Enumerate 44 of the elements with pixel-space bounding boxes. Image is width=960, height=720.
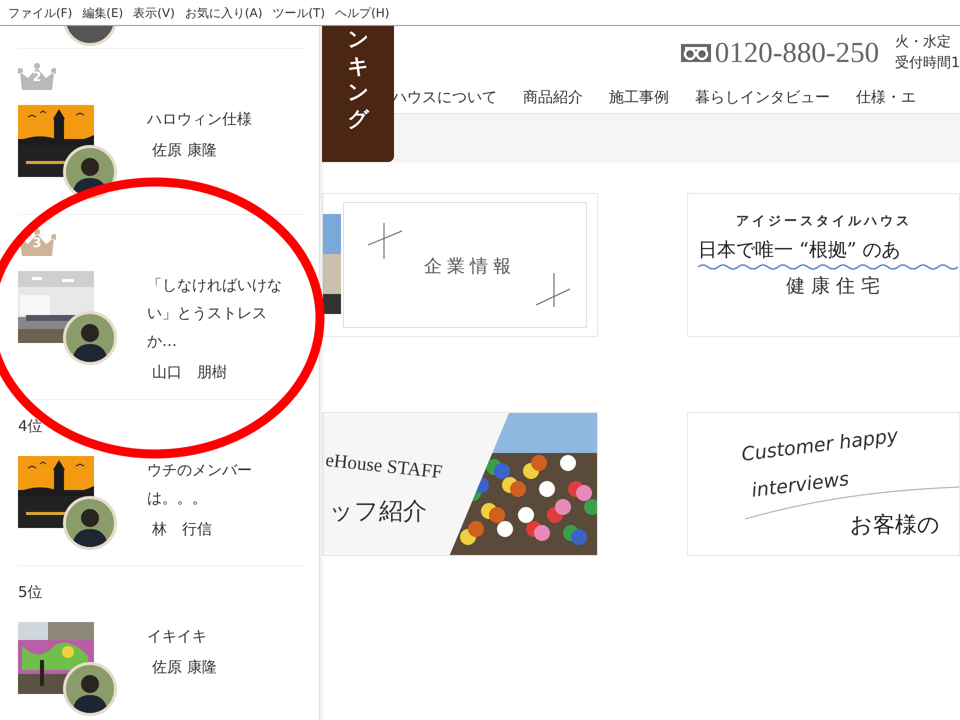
menu-item[interactable]: ヘルプ(H) [335, 0, 390, 25]
rank-label: 5位 [18, 582, 43, 602]
cross-mark-icon [366, 221, 404, 261]
article-title[interactable]: ウチのメンバーは。。。 [147, 456, 285, 512]
banner-card[interactable]: Customer happy interviews お客様の [687, 412, 960, 556]
banner-card[interactable]: 企業情報 [322, 193, 598, 337]
banner-title: ッフ紹介 [329, 496, 427, 527]
article-title[interactable]: イキイキ [147, 622, 285, 650]
nav-link[interactable]: 仕様・エ [856, 86, 916, 108]
avatar [63, 662, 117, 716]
hours-text: 火・水定 [895, 33, 952, 52]
nav-link[interactable]: 暮らしインタビュー [695, 86, 830, 108]
nav-link[interactable]: 施工事例 [609, 86, 669, 108]
banner-subtitle: 健康住宅 [785, 274, 887, 299]
menu-item[interactable]: 表示(V) [133, 0, 175, 25]
banner-card[interactable]: アイジースタイルハウス 日本で唯一 “根拠” のあ 健康住宅 [687, 193, 960, 337]
rank-number: 3 [31, 235, 43, 253]
banner-title: お客様の [850, 512, 940, 540]
hours-text: 受付時間1 [895, 54, 960, 73]
author-name: 林 行信 [152, 518, 213, 540]
rank-number: 2 [31, 69, 43, 87]
banner-title: 企業情報 [424, 255, 516, 279]
avatar [63, 496, 117, 550]
banner-eyebrow: アイジースタイルハウス [735, 213, 913, 231]
article-title[interactable]: 「しなければいけない」とうストレスか… [147, 271, 285, 355]
banner-card[interactable]: eHouse STAFF ッフ紹介 [322, 412, 598, 556]
handwritten-text: Customer happy [740, 424, 900, 468]
author-name: 山口 朋樹 [152, 362, 228, 383]
menu-item[interactable]: お気に入り(A) [184, 0, 262, 25]
banner-headline: 日本で唯一 “根拠” のあ [698, 238, 902, 262]
ranking-tab[interactable]: ンキング [322, 26, 394, 162]
rank-label: 4位 [18, 416, 43, 436]
menu-item[interactable]: 編集(E) [82, 0, 124, 25]
menu-item[interactable]: ツール(T) [272, 0, 326, 25]
menu-item[interactable]: ファイル(F) [8, 0, 72, 25]
phone-number[interactable]: 0120-880-250 [714, 38, 880, 68]
free-dial-icon [680, 44, 711, 62]
article-title[interactable]: ハロウィン仕様 [147, 105, 285, 133]
avatar [63, 311, 117, 365]
banner-subtitle: eHouse STAFF [324, 448, 444, 486]
nav-link[interactable]: 商品紹介 [523, 86, 583, 108]
author-name: 佐原 康隆 [152, 656, 218, 678]
handwritten-text: interviews [750, 467, 851, 504]
author-name: 佐原 康隆 [152, 140, 218, 161]
